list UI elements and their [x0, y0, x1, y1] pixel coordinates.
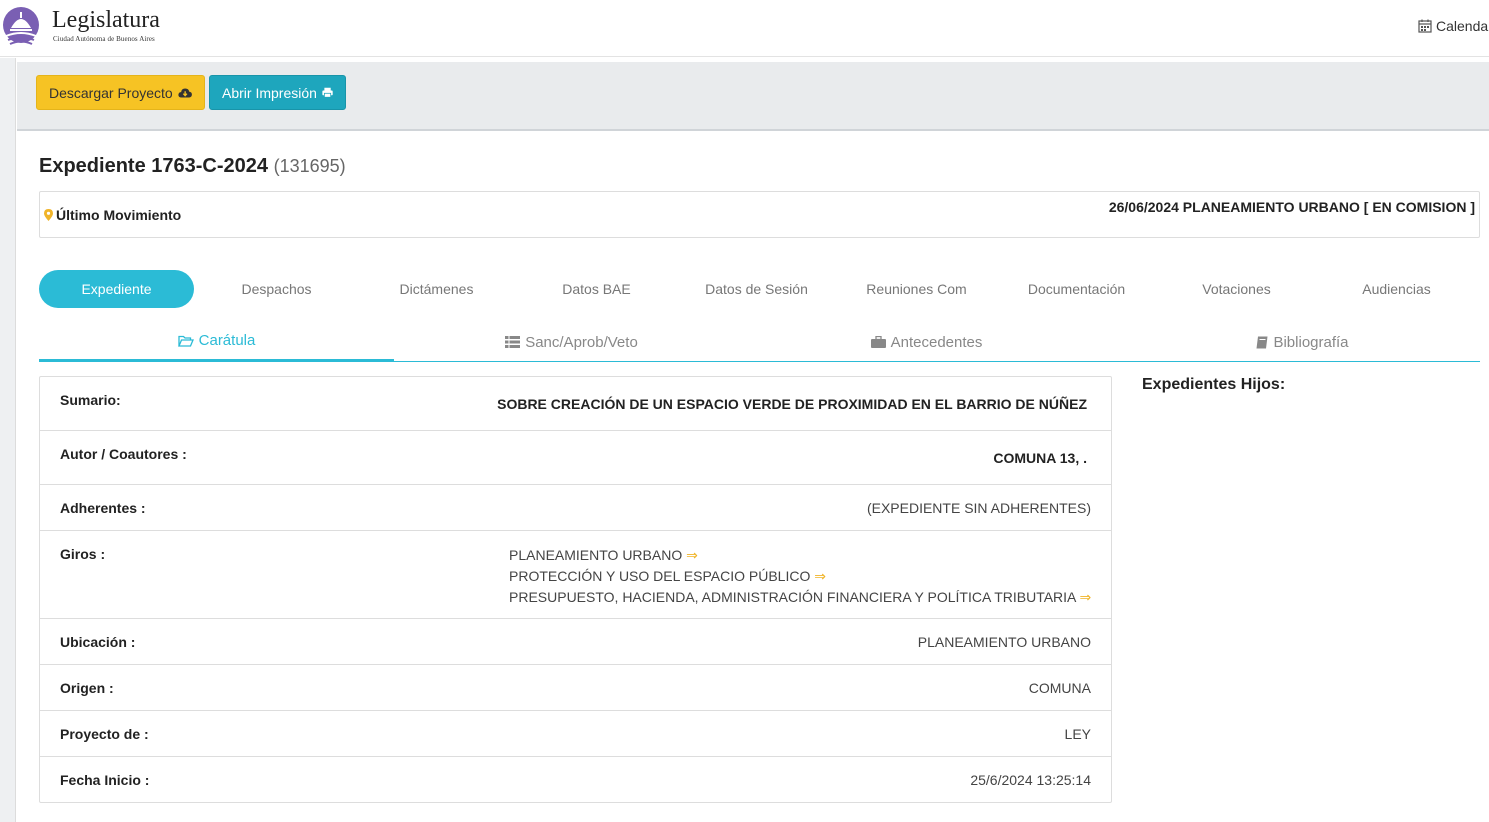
- sumario-value: SOBRE CREACIÓN DE UN ESPACIO VERDE DE PR…: [497, 396, 1087, 412]
- calendar-link[interactable]: Calendar: [1418, 18, 1489, 34]
- last-movement-label: Último Movimiento: [56, 207, 182, 223]
- expediente-id: (131695): [273, 156, 346, 176]
- arrow-right-icon[interactable]: ⇒: [686, 547, 698, 563]
- origen-value: COMUNA: [1028, 680, 1091, 696]
- row-proyecto: Proyecto de : LEY: [40, 711, 1111, 757]
- left-gutter: [0, 58, 16, 822]
- page-title: Expediente 1763-C-2024 (131695): [39, 155, 346, 178]
- last-movement-value: 26/06/2024 PLANEAMIENTO URBANO [ EN COMI…: [1108, 199, 1475, 215]
- giro-item: PLANEAMIENTO URBANO ⇒: [509, 545, 1091, 566]
- subtab-bibliografia-label: Bibliografía: [1273, 333, 1349, 351]
- expediente-detail-table: Sumario: SOBRE CREACIÓN DE UN ESPACIO VE…: [39, 376, 1112, 803]
- briefcase-icon: [870, 336, 886, 348]
- row-giros: Giros : PLANEAMIENTO URBANO ⇒ PROTECCIÓN…: [40, 531, 1111, 619]
- autor-value: COMUNA 13, .: [993, 450, 1087, 466]
- giro-text: PLANEAMIENTO URBANO: [509, 547, 683, 563]
- printer-icon: [322, 87, 333, 98]
- sub-tabs: Carátula Sanc/Aprob/Veto Antecedentes Bi…: [39, 322, 1480, 362]
- expedientes-hijos-title: Expedientes Hijos:: [1142, 376, 1286, 393]
- calendar-label: Calendar: [1436, 18, 1489, 34]
- open-print-button[interactable]: Abrir Impresión: [209, 75, 346, 110]
- list-icon: [505, 336, 521, 348]
- print-button-label: Abrir Impresión: [222, 84, 317, 101]
- ubicacion-label: Ubicación :: [60, 634, 136, 650]
- tab-despachos[interactable]: Despachos: [199, 270, 354, 308]
- fecha-inicio-label: Fecha Inicio :: [60, 772, 150, 788]
- proyecto-value: LEY: [1064, 726, 1091, 742]
- tab-datos-bae[interactable]: Datos BAE: [519, 270, 674, 308]
- book-icon: [1256, 336, 1268, 348]
- dome-logo-icon[interactable]: [2, 4, 40, 50]
- subtab-antecedentes[interactable]: Antecedentes: [749, 322, 1104, 362]
- tab-dictamenes[interactable]: Dictámenes: [359, 270, 514, 308]
- calendar-icon: [1418, 19, 1432, 33]
- arrow-right-icon[interactable]: ⇒: [1080, 589, 1092, 605]
- fecha-inicio-value: 25/6/2024 13:25:14: [970, 772, 1091, 788]
- brand-subtitle: Ciudad Autónoma de Buenos Aires: [53, 35, 155, 43]
- giro-text: PROTECCIÓN Y USO DEL ESPACIO PÚBLICO: [509, 568, 811, 584]
- row-fecha-inicio: Fecha Inicio : 25/6/2024 13:25:14: [40, 757, 1111, 802]
- giro-item: PROTECCIÓN Y USO DEL ESPACIO PÚBLICO ⇒: [509, 566, 1091, 587]
- row-origen: Origen : COMUNA: [40, 665, 1111, 711]
- last-movement-label-group: Último Movimiento: [44, 207, 181, 223]
- giro-text: PRESUPUESTO, HACIENDA, ADMINISTRACIÓN FI…: [509, 589, 1076, 605]
- proyecto-label: Proyecto de :: [60, 726, 149, 742]
- arrow-right-icon[interactable]: ⇒: [814, 568, 826, 584]
- download-project-button[interactable]: Descargar Proyecto: [36, 75, 205, 110]
- ubicacion-value: PLANEAMIENTO URBANO: [917, 634, 1091, 650]
- tab-votaciones[interactable]: Votaciones: [1159, 270, 1314, 308]
- giros-list: PLANEAMIENTO URBANO ⇒ PROTECCIÓN Y USO D…: [509, 545, 1091, 608]
- map-marker-icon: [44, 209, 53, 221]
- adherentes-value: (EXPEDIENTE SIN ADHERENTES): [866, 500, 1091, 516]
- adherentes-label: Adherentes :: [60, 500, 146, 516]
- sumario-label: Sumario:: [60, 392, 121, 408]
- tab-expediente[interactable]: Expediente: [39, 270, 194, 308]
- row-ubicacion: Ubicación : PLANEAMIENTO URBANO: [40, 619, 1111, 665]
- row-adherentes: Adherentes : (EXPEDIENTE SIN ADHERENTES): [40, 485, 1111, 531]
- subtab-caratula[interactable]: Carátula: [39, 322, 394, 362]
- row-autor: Autor / Coautores : COMUNA 13, .: [40, 431, 1111, 485]
- giro-item: PRESUPUESTO, HACIENDA, ADMINISTRACIÓN FI…: [509, 587, 1091, 608]
- subtab-sanc-aprob-veto[interactable]: Sanc/Aprob/Veto: [394, 322, 749, 362]
- brand-title[interactable]: Legislatura: [52, 7, 160, 34]
- download-button-label: Descargar Proyecto: [49, 84, 173, 101]
- main-tabs: Expediente Despachos Dictámenes Datos BA…: [39, 270, 1480, 308]
- tab-audiencias[interactable]: Audiencias: [1319, 270, 1474, 308]
- subtab-bibliografia[interactable]: Bibliografía: [1125, 322, 1480, 362]
- autor-label: Autor / Coautores :: [60, 446, 187, 462]
- giros-label: Giros :: [60, 546, 106, 562]
- row-sumario: Sumario: SOBRE CREACIÓN DE UN ESPACIO VE…: [40, 377, 1111, 431]
- expediente-title: Expediente 1763-C-2024: [39, 155, 269, 177]
- subtab-antecedentes-label: Antecedentes: [890, 333, 983, 351]
- tab-reuniones-com[interactable]: Reuniones Com: [839, 270, 994, 308]
- top-header: Legislatura Ciudad Autónoma de Buenos Ai…: [0, 0, 1489, 57]
- last-movement-panel: Último Movimiento 26/06/2024 PLANEAMIENT…: [39, 191, 1480, 238]
- subtab-caratula-label: Carátula: [198, 332, 256, 349]
- folder-open-icon: [177, 335, 194, 347]
- origen-label: Origen :: [60, 680, 114, 696]
- tab-datos-sesion[interactable]: Datos de Sesión: [679, 270, 834, 308]
- tab-documentacion[interactable]: Documentación: [999, 270, 1154, 308]
- subtab-sanc-label: Sanc/Aprob/Veto: [525, 333, 638, 351]
- action-toolbar: Descargar Proyecto Abrir Impresión: [17, 62, 1489, 131]
- cloud-download-icon: [178, 88, 192, 97]
